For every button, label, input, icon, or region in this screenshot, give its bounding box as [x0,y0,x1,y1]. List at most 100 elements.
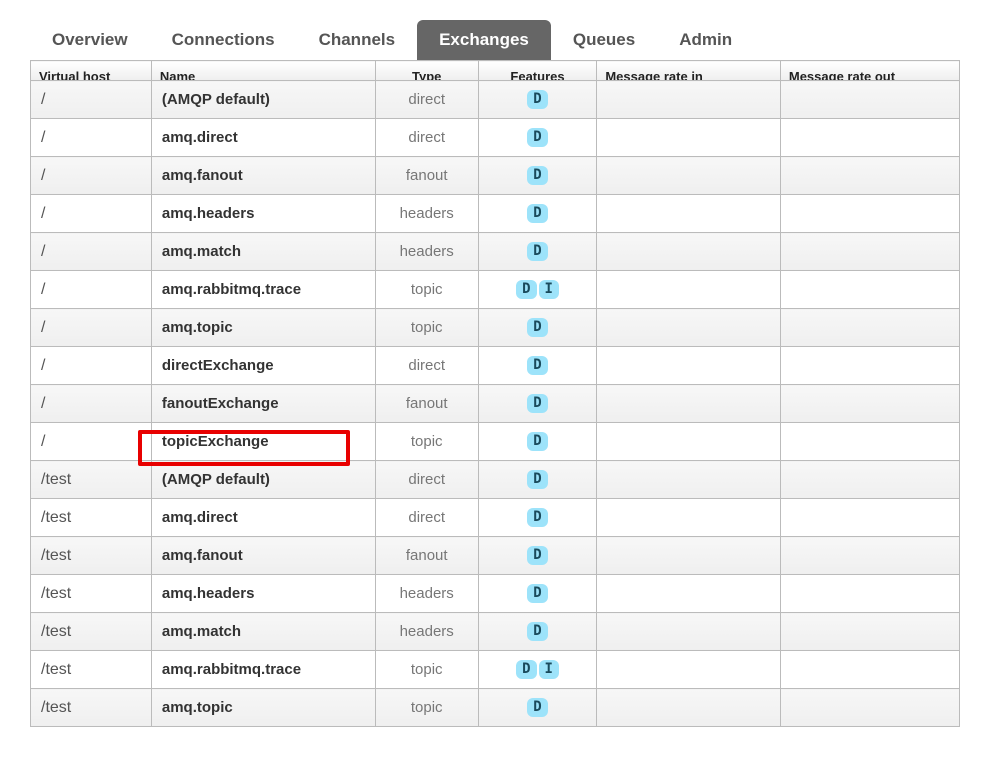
cell-type: headers [375,613,478,651]
feature-badge-i: I [539,660,559,679]
cell-type: headers [375,575,478,613]
cell-name[interactable]: amq.headers [151,195,375,233]
cell-rate-out [780,651,959,689]
cell-vhost: / [31,347,152,385]
cell-vhost: /test [31,461,152,499]
cell-rate-out [780,233,959,271]
col-header[interactable]: Features [478,61,597,81]
cell-rate-in [597,233,781,271]
tab-queues[interactable]: Queues [551,20,657,60]
cell-name[interactable]: (AMQP default) [151,81,375,119]
cell-rate-out [780,195,959,233]
cell-features: D [478,157,597,195]
cell-features: D [478,423,597,461]
table-row: /amq.fanoutfanoutD [31,157,960,195]
feature-badge-d: D [516,280,536,299]
cell-type: topic [375,651,478,689]
cell-features: D [478,195,597,233]
cell-rate-in [597,347,781,385]
cell-rate-in [597,423,781,461]
cell-name[interactable]: amq.rabbitmq.trace [151,651,375,689]
table-row: /testamq.directdirect D [31,499,960,537]
table-row: /test(AMQP default)directD [31,461,960,499]
cell-name[interactable]: amq.topic [151,689,375,727]
table-row: /testamq.fanoutfanoutD [31,537,960,575]
cell-vhost: / [31,233,152,271]
cell-vhost: /test [31,499,152,537]
cell-name[interactable]: amq.rabbitmq.trace [151,271,375,309]
tab-overview[interactable]: Overview [30,20,150,60]
cell-rate-out [780,271,959,309]
cell-name[interactable]: amq.direct [151,119,375,157]
cell-name[interactable]: amq.fanout [151,537,375,575]
tab-admin[interactable]: Admin [657,20,754,60]
feature-badge-d: D [527,356,547,375]
cell-vhost: /test [31,575,152,613]
table-row: /amq.topictopicD [31,309,960,347]
cell-type: direct [375,119,478,157]
cell-vhost: / [31,309,152,347]
cell-type: headers [375,233,478,271]
cell-rate-in [597,575,781,613]
table-row: /testamq.rabbitmq.tracetopicDI [31,651,960,689]
cell-rate-in [597,499,781,537]
cell-rate-in [597,119,781,157]
cell-features: D [478,309,597,347]
table-row: /fanoutExchangefanoutD [31,385,960,423]
col-header[interactable]: Type [375,61,478,81]
cell-type: fanout [375,537,478,575]
col-header[interactable]: Message rate in [597,61,781,81]
feature-badge-d: D [527,508,547,527]
cell-features: DI [478,651,597,689]
cell-rate-in [597,537,781,575]
feature-badge-d: D [527,470,547,489]
cell-name[interactable]: amq.fanout [151,157,375,195]
cell-name[interactable]: topicExchange [151,423,375,461]
feature-badge-d: D [527,698,547,717]
cell-vhost: / [31,81,152,119]
cell-name[interactable]: amq.headers [151,575,375,613]
feature-badge-d: D [527,546,547,565]
cell-rate-out [780,537,959,575]
cell-rate-out [780,81,959,119]
cell-name[interactable]: directExchange [151,347,375,385]
table-row: /amq.rabbitmq.tracetopicDI [31,271,960,309]
feature-badge-d: D [527,242,547,261]
table-row: /amq.matchheaders D [31,233,960,271]
feature-badge-d: D [527,622,547,641]
cell-rate-out [780,119,959,157]
col-header[interactable]: Virtual host [31,61,152,81]
tab-channels[interactable]: Channels [297,20,418,60]
feature-badge-d: D [527,432,547,451]
cell-rate-in [597,81,781,119]
cell-features: D [478,461,597,499]
cell-rate-in [597,461,781,499]
cell-name[interactable]: amq.match [151,233,375,271]
cell-vhost: / [31,271,152,309]
nav-tabs: OverviewConnectionsChannelsExchangesQueu… [30,20,954,60]
table-row: /testamq.topictopicD [31,689,960,727]
table-row: /(AMQP default)directD [31,81,960,119]
cell-vhost: / [31,157,152,195]
cell-rate-in [597,689,781,727]
cell-rate-in [597,309,781,347]
cell-rate-out [780,575,959,613]
col-header[interactable]: Message rate out [780,61,959,81]
cell-name[interactable]: (AMQP default) [151,461,375,499]
cell-name[interactable]: amq.topic [151,309,375,347]
cell-name[interactable]: fanoutExchange [151,385,375,423]
tab-exchanges[interactable]: Exchanges [417,20,551,60]
col-header[interactable]: Name [151,61,375,81]
cell-vhost: / [31,385,152,423]
cell-features: D [478,689,597,727]
cell-features: D [478,537,597,575]
cell-type: direct [375,499,478,537]
cell-name[interactable]: amq.direct [151,499,375,537]
cell-rate-in [597,195,781,233]
cell-rate-in [597,613,781,651]
cell-name[interactable]: amq.match [151,613,375,651]
tab-connections[interactable]: Connections [150,20,297,60]
cell-rate-in [597,157,781,195]
feature-badge-d: D [527,204,547,223]
feature-badge-d: D [527,128,547,147]
